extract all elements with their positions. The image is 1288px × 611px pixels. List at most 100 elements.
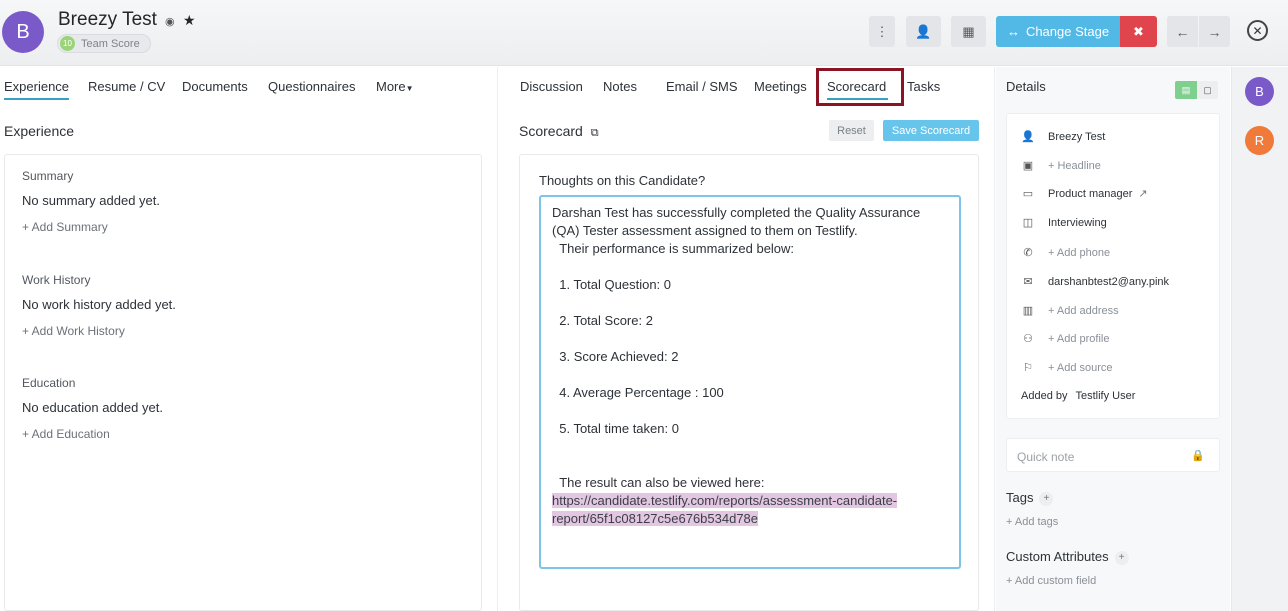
add-education-link[interactable]: + Add Education — [22, 427, 110, 441]
address-icon: ▥ — [1022, 305, 1034, 317]
person-icon: 👤 — [1021, 131, 1035, 143]
add-custom-field-link[interactable]: + Add custom field — [1006, 575, 1096, 587]
left-panel: Experience Resume / CV Documents Questio… — [0, 67, 496, 611]
education-label: Education — [22, 376, 76, 390]
added-by-value: Testlify User — [1075, 390, 1136, 402]
save-scorecard-button[interactable]: Save Scorecard — [883, 120, 979, 141]
schedule-button[interactable]: ▦ — [951, 16, 986, 47]
active-tab-underline — [827, 98, 888, 100]
tab-discussion[interactable]: Discussion — [520, 79, 583, 94]
tab-tasks[interactable]: Tasks — [907, 79, 940, 94]
detail-headline-text: + Headline — [1048, 159, 1101, 172]
details-panel: Details ▤ ▢ 👤 Breezy Test ▣ + Headline ▭… — [996, 67, 1230, 611]
disqualify-button[interactable]: ✖ — [1120, 16, 1157, 47]
work-history-label: Work History — [22, 273, 91, 287]
detail-stage-text: Interviewing — [1048, 216, 1107, 229]
lock-icon: 🔒 — [1191, 450, 1205, 462]
close-button[interactable]: ✕ — [1247, 20, 1268, 41]
quick-note-input[interactable]: Quick note 🔒 — [1006, 438, 1220, 472]
calendar-icon: ▦ — [962, 23, 975, 39]
added-by: Added by Testlify User — [1021, 390, 1135, 402]
id-card-icon: ▣ — [1022, 160, 1034, 172]
custom-attributes-label: Custom Attributes + — [1006, 549, 1129, 565]
team-score-number: 10 — [60, 36, 75, 51]
view-toggle[interactable]: ▤ ▢ — [1175, 81, 1218, 99]
team-score-badge[interactable]: 10 Team Score — [57, 34, 151, 53]
detail-stage[interactable]: ◫ Interviewing — [1021, 216, 1107, 230]
arrow-right-icon: → — [1207, 23, 1222, 40]
summary-label: Summary — [22, 169, 74, 183]
star-icon[interactable]: ★ — [183, 12, 196, 29]
add-tag-plus-icon[interactable]: + — [1039, 491, 1054, 506]
middle-panel: Discussion Notes Email / SMS Meetings Sc… — [497, 67, 995, 611]
swap-arrows-icon: ↔ — [1006, 24, 1020, 39]
assign-user-button[interactable]: 👤 — [906, 16, 941, 47]
detail-email-text: darshanbtest2@any.pink — [1048, 275, 1170, 288]
detail-profile[interactable]: ⚇ + Add profile — [1021, 332, 1110, 346]
tab-experience[interactable]: Experience — [4, 79, 70, 100]
collaborators-strip: B R — [1231, 67, 1288, 611]
close-icon: ✕ — [1252, 23, 1263, 38]
external-link-icon[interactable]: ↗ — [1138, 187, 1147, 200]
detail-address[interactable]: ▥ + Add address — [1021, 304, 1119, 318]
tab-documents[interactable]: Documents — [182, 79, 248, 94]
tab-scorecard[interactable]: Scorecard — [827, 79, 886, 94]
candidate-name: Breezy Test — [58, 9, 157, 30]
detail-source-text: + Add source — [1048, 361, 1113, 374]
list-view-icon[interactable]: ▢ — [1197, 81, 1218, 99]
detail-profile-text: + Add profile — [1048, 332, 1110, 345]
details-title: Details — [1006, 79, 1046, 94]
scorecard-card: Thoughts on this Candidate? Darshan Test… — [519, 154, 979, 611]
pipeline-icon: ◫ — [1022, 217, 1034, 229]
detail-name[interactable]: 👤 Breezy Test — [1021, 130, 1106, 144]
edit-icon[interactable]: ⧉ — [591, 127, 599, 139]
more-options-button[interactable]: ⋮ — [869, 16, 895, 47]
work-history-text: No work history added yet. — [22, 297, 176, 312]
detail-email[interactable]: ✉ darshanbtest2@any.pink — [1021, 275, 1170, 289]
thoughts-textarea[interactable]: Darshan Test has successfully completed … — [539, 195, 961, 569]
report-url[interactable]: https://candidate.testlify.com/reports/a… — [552, 493, 898, 526]
thoughts-label: Thoughts on this Candidate? — [539, 173, 706, 188]
tab-questionnaires[interactable]: Questionnaires — [268, 79, 355, 94]
card-view-icon[interactable]: ▤ — [1175, 81, 1197, 99]
briefcase-icon: ▭ — [1022, 188, 1034, 200]
add-tags-link[interactable]: + Add tags — [1006, 516, 1058, 528]
prev-candidate-button[interactable]: ← — [1167, 16, 1198, 47]
add-work-history-link[interactable]: + Add Work History — [22, 324, 125, 338]
detail-headline[interactable]: ▣ + Headline — [1021, 159, 1101, 173]
details-card: 👤 Breezy Test ▣ + Headline ▭ Product man… — [1006, 113, 1220, 419]
tab-notes[interactable]: Notes — [603, 79, 637, 94]
add-summary-link[interactable]: + Add Summary — [22, 220, 108, 234]
add-custom-plus-icon[interactable]: + — [1114, 550, 1129, 565]
reset-button[interactable]: Reset — [829, 120, 874, 141]
flag-icon: ⚐ — [1023, 362, 1033, 374]
tab-meetings[interactable]: Meetings — [754, 79, 807, 94]
detail-phone[interactable]: ✆ + Add phone — [1021, 246, 1111, 260]
team-score-label: Team Score — [81, 37, 140, 50]
remove-user-icon: ✖ — [1133, 23, 1144, 39]
added-by-label: Added by — [1021, 390, 1068, 402]
people-icon: ⚇ — [1023, 333, 1033, 345]
user-avatar-r[interactable]: R — [1245, 126, 1274, 155]
change-stage-label: Change Stage — [1025, 24, 1110, 39]
detail-address-text: + Add address — [1048, 304, 1119, 317]
quick-note-placeholder: Quick note — [1017, 450, 1075, 464]
detail-phone-text: + Add phone — [1048, 246, 1111, 259]
experience-title: Experience — [4, 123, 75, 139]
add-user-icon: 👤 — [915, 23, 932, 39]
tab-resume-cv[interactable]: Resume / CV — [88, 79, 165, 94]
tab-email-sms[interactable]: Email / SMS — [666, 79, 738, 94]
envelope-icon: ✉ — [1023, 276, 1033, 288]
change-stage-button[interactable]: ↔ Change Stage — [996, 16, 1120, 47]
detail-position[interactable]: ▭ Product manager ↗ — [1021, 187, 1148, 201]
detail-source[interactable]: ⚐ + Add source — [1021, 361, 1113, 375]
tags-label-text: Tags — [1006, 490, 1034, 505]
education-text: No education added yet. — [22, 400, 163, 415]
custom-attributes-text: Custom Attributes — [1006, 549, 1109, 564]
caret-down-icon: ▼ — [405, 84, 414, 93]
rss-icon[interactable]: ◉ — [165, 15, 175, 28]
next-candidate-button[interactable]: → — [1199, 16, 1230, 47]
detail-name-text: Breezy Test — [1048, 130, 1106, 143]
user-avatar-b[interactable]: B — [1245, 77, 1274, 106]
tab-more[interactable]: More▼ — [376, 79, 414, 94]
